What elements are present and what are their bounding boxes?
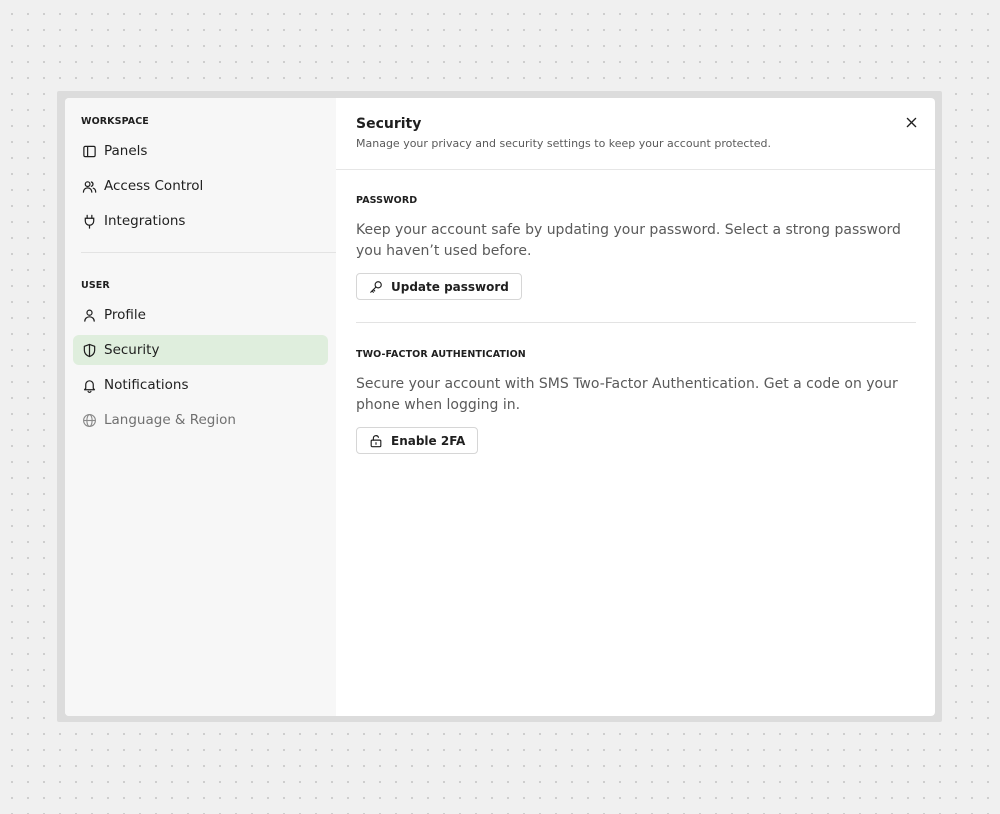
plug-icon [82, 214, 97, 229]
sidebar-item-security[interactable]: Security [73, 335, 328, 365]
sidebar-item-notifications[interactable]: Notifications [73, 370, 328, 400]
shield-icon [82, 343, 97, 358]
globe-icon [82, 413, 97, 428]
panel-icon [82, 144, 97, 159]
bell-icon [82, 378, 97, 393]
sidebar-item-label: Security [104, 342, 160, 358]
sidebar-item-label: Notifications [104, 377, 189, 393]
section-title: PASSWORD [356, 195, 418, 206]
content-header: Security Manage your privacy and securit… [336, 98, 935, 170]
settings-content: Security Manage your privacy and securit… [336, 98, 935, 716]
close-icon [906, 117, 917, 128]
users-icon [82, 179, 97, 194]
close-button[interactable] [903, 114, 919, 130]
sidebar-item-integrations[interactable]: Integrations [73, 206, 328, 236]
button-label: Enable 2FA [391, 433, 466, 448]
button-label: Update password [391, 279, 509, 294]
page-subtitle: Manage your privacy and security setting… [356, 137, 772, 150]
password-section: PASSWORD Keep your account safe by updat… [356, 195, 916, 300]
sidebar-item-label: Panels [104, 143, 148, 159]
page-title: Security [356, 116, 422, 132]
enable-2fa-button[interactable]: Enable 2FA [356, 427, 479, 454]
section-divider [356, 322, 916, 323]
section-description: Secure your account with SMS Two-Factor … [356, 376, 898, 413]
sidebar-item-label: Profile [104, 307, 146, 323]
sidebar-item-access-control[interactable]: Access Control [73, 171, 328, 201]
sidebar-item-profile[interactable]: Profile [73, 300, 328, 330]
group-label-workspace: WORKSPACE [81, 116, 149, 127]
user-icon [82, 308, 97, 323]
two-factor-section: TWO-FACTOR AUTHENTICATION Secure your ac… [356, 349, 916, 454]
sidebar-item-label: Integrations [104, 213, 186, 229]
key-icon [369, 280, 383, 294]
sidebar-item-panels[interactable]: Panels [73, 136, 328, 166]
section-description: Keep your account safe by updating your … [356, 222, 901, 259]
sidebar-item-label: Language & Region [104, 412, 236, 428]
settings-sidebar: WORKSPACE Panels Access Control Integrat… [65, 98, 336, 716]
settings-dialog: WORKSPACE Panels Access Control Integrat… [65, 98, 935, 716]
sidebar-divider [81, 252, 336, 253]
group-label-user: USER [81, 280, 110, 291]
unlock-icon [369, 434, 383, 448]
update-password-button[interactable]: Update password [356, 273, 522, 300]
sidebar-item-language-region[interactable]: Language & Region [73, 405, 328, 435]
section-title: TWO-FACTOR AUTHENTICATION [356, 349, 526, 360]
sidebar-item-label: Access Control [104, 178, 204, 194]
